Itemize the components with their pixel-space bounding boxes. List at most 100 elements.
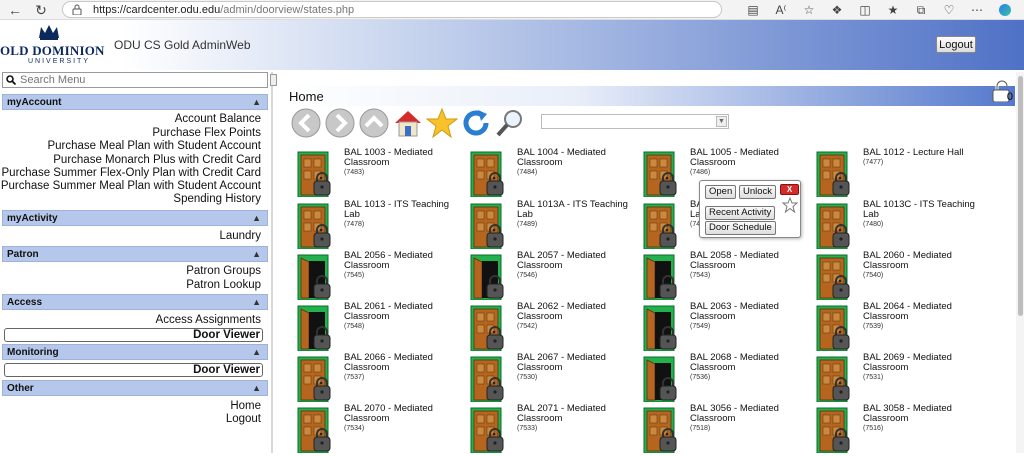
door-item[interactable]: BAL 2071 - Mediated Classroom (7533) bbox=[469, 404, 641, 456]
logout-button[interactable]: Logout bbox=[936, 36, 976, 53]
open-door-button[interactable]: Open bbox=[705, 185, 737, 199]
scroll-thumb[interactable] bbox=[1018, 76, 1023, 316]
close-popup-button[interactable]: X bbox=[780, 184, 799, 195]
door-icon[interactable] bbox=[469, 356, 509, 402]
back-arrow-icon[interactable] bbox=[290, 107, 322, 139]
door-icon[interactable] bbox=[642, 203, 682, 249]
door-icon[interactable] bbox=[469, 203, 509, 249]
door-item[interactable]: BAL 1004 - Mediated Classroom (7484) bbox=[469, 148, 641, 200]
favorite-star-icon[interactable] bbox=[782, 197, 798, 213]
menu-patron-groups[interactable]: Patron Groups bbox=[186, 265, 261, 277]
menu-home[interactable]: Home bbox=[230, 400, 261, 412]
door-item[interactable]: BAL 2058 - Mediated Classroom (7543) bbox=[642, 251, 814, 303]
door-icon[interactable] bbox=[296, 254, 336, 300]
door-icon[interactable] bbox=[469, 407, 509, 453]
door-icon[interactable] bbox=[642, 305, 682, 351]
collapse-triangle-icon[interactable]: ▲ bbox=[252, 347, 261, 357]
sidebar-splitter[interactable] bbox=[271, 72, 273, 453]
section-access[interactable]: Access ▲ bbox=[2, 294, 268, 310]
refresh-icon[interactable] bbox=[460, 107, 492, 139]
search-menu-input[interactable] bbox=[20, 74, 260, 86]
copilot-icon[interactable] bbox=[992, 1, 1018, 19]
door-item[interactable]: BAL 2062 - Mediated Classroom (7542) bbox=[469, 302, 641, 354]
door-icon[interactable] bbox=[469, 305, 509, 351]
menu-spending-history[interactable]: Spending History bbox=[173, 193, 261, 205]
door-item[interactable]: BAL 3056 - Mediated Classroom (7518) bbox=[642, 404, 814, 456]
collapse-triangle-icon[interactable]: ▲ bbox=[252, 383, 261, 393]
extensions-icon[interactable]: ❖ bbox=[824, 1, 850, 19]
door-item[interactable]: BAL 2064 - Mediated Classroom (7539) bbox=[815, 302, 987, 354]
menu-access-assignments[interactable]: Access Assignments bbox=[156, 314, 261, 326]
back-icon[interactable]: ← bbox=[4, 1, 26, 19]
door-icon[interactable] bbox=[815, 254, 855, 300]
unlock-door-button[interactable]: Unlock bbox=[739, 185, 777, 199]
address-bar[interactable]: https://cardcenter.odu.edu/admin/doorvie… bbox=[62, 1, 722, 18]
door-select-dropdown[interactable]: ▼ bbox=[541, 114, 729, 129]
split-screen-icon[interactable]: ◫ bbox=[852, 1, 878, 19]
door-item[interactable]: BAL 1013C - ITS Teaching Lab (7480) bbox=[815, 200, 987, 252]
more-icon[interactable]: ⋯ bbox=[964, 1, 990, 19]
menu-purchase-flex-points[interactable]: Purchase Flex Points bbox=[152, 127, 261, 139]
door-icon[interactable] bbox=[296, 151, 336, 197]
door-item[interactable]: BAL 2066 - Mediated Classroom (7537) bbox=[296, 353, 468, 405]
door-item[interactable]: BAL 2056 - Mediated Classroom (7545) bbox=[296, 251, 468, 303]
menu-account-balance[interactable]: Account Balance bbox=[175, 113, 261, 125]
home-icon[interactable] bbox=[392, 107, 424, 139]
section-myaccount[interactable]: myAccount ▲ bbox=[2, 94, 268, 110]
door-item[interactable]: BAL 1013A - ITS Teaching Lab (7489) bbox=[469, 200, 641, 252]
chevron-down-icon[interactable]: ▼ bbox=[716, 116, 727, 127]
magnifier-icon[interactable] bbox=[494, 107, 526, 139]
door-icon[interactable] bbox=[469, 254, 509, 300]
collapse-triangle-icon[interactable]: ▲ bbox=[252, 297, 261, 307]
door-icon[interactable] bbox=[296, 407, 336, 453]
door-item[interactable]: BAL 2069 - Mediated Classroom (7531) bbox=[815, 353, 987, 405]
reader-icon[interactable]: ▤ bbox=[740, 1, 766, 19]
door-icon[interactable] bbox=[815, 203, 855, 249]
reload-icon[interactable]: ↻ bbox=[30, 1, 52, 19]
menu-door-viewer-monitoring[interactable]: Door Viewer bbox=[4, 363, 263, 377]
door-schedule-button[interactable]: Door Schedule bbox=[705, 221, 776, 235]
door-icon[interactable] bbox=[642, 407, 682, 453]
recent-activity-button[interactable]: Recent Activity bbox=[705, 206, 776, 220]
door-icon[interactable] bbox=[296, 356, 336, 402]
door-icon[interactable] bbox=[815, 151, 855, 197]
door-icon[interactable] bbox=[642, 151, 682, 197]
menu-purchase-summer-flex[interactable]: Purchase Summer Flex-Only Plan with Cred… bbox=[2, 167, 261, 179]
door-icon[interactable] bbox=[815, 356, 855, 402]
door-icon[interactable] bbox=[642, 356, 682, 402]
menu-purchase-meal-plan[interactable]: Purchase Meal Plan with Student Account bbox=[47, 140, 261, 152]
menu-door-viewer-access[interactable]: Door Viewer bbox=[4, 328, 263, 342]
section-patron[interactable]: Patron ▲ bbox=[2, 246, 268, 262]
door-icon[interactable] bbox=[296, 203, 336, 249]
favorite-star-icon[interactable]: ☆ bbox=[796, 1, 822, 19]
door-item[interactable]: BAL 1003 - Mediated Classroom (7483) bbox=[296, 148, 468, 200]
door-item[interactable]: BAL 2057 - Mediated Classroom (7546) bbox=[469, 251, 641, 303]
up-arrow-icon[interactable] bbox=[358, 107, 390, 139]
menu-purchase-summer-meal[interactable]: Purchase Summer Meal Plan with Student A… bbox=[1, 180, 261, 192]
collapse-triangle-icon[interactable]: ▲ bbox=[252, 213, 261, 223]
door-item[interactable]: BAL 2070 - Mediated Classroom (7534) bbox=[296, 404, 468, 456]
door-item[interactable]: BAL 1012 - Lecture Hall (7477) bbox=[815, 148, 987, 200]
padlock-icon[interactable] bbox=[987, 80, 1019, 102]
menu-laundry[interactable]: Laundry bbox=[219, 230, 261, 242]
read-aloud-icon[interactable]: A⁽ bbox=[768, 1, 794, 19]
section-myactivity[interactable]: myActivity ▲ bbox=[2, 210, 268, 226]
door-icon[interactable] bbox=[815, 305, 855, 351]
door-icon[interactable] bbox=[815, 407, 855, 453]
collapse-triangle-icon[interactable]: ▲ bbox=[252, 249, 261, 259]
door-item[interactable]: BAL 1013 - ITS Teaching Lab (7478) bbox=[296, 200, 468, 252]
menu-patron-lookup[interactable]: Patron Lookup bbox=[186, 279, 261, 291]
collections-icon[interactable]: ⧉ bbox=[908, 1, 934, 19]
menu-logout[interactable]: Logout bbox=[226, 413, 261, 425]
door-icon[interactable] bbox=[469, 151, 509, 197]
splitter-grip-icon[interactable] bbox=[270, 74, 277, 86]
section-monitoring[interactable]: Monitoring ▲ bbox=[2, 344, 268, 360]
collapse-triangle-icon[interactable]: ▲ bbox=[252, 97, 261, 107]
door-item[interactable]: BAL 2068 - Mediated Classroom (7536) bbox=[642, 353, 814, 405]
forward-arrow-icon[interactable] bbox=[324, 107, 356, 139]
door-item[interactable]: BAL 2067 - Mediated Classroom (7530) bbox=[469, 353, 641, 405]
favorites-icon[interactable]: ★ bbox=[880, 1, 906, 19]
browser-essentials-icon[interactable]: ♡ bbox=[936, 1, 962, 19]
door-item[interactable]: BAL 2060 - Mediated Classroom (7540) bbox=[815, 251, 987, 303]
door-item[interactable]: BAL 3058 - Mediated Classroom (7516) bbox=[815, 404, 987, 456]
